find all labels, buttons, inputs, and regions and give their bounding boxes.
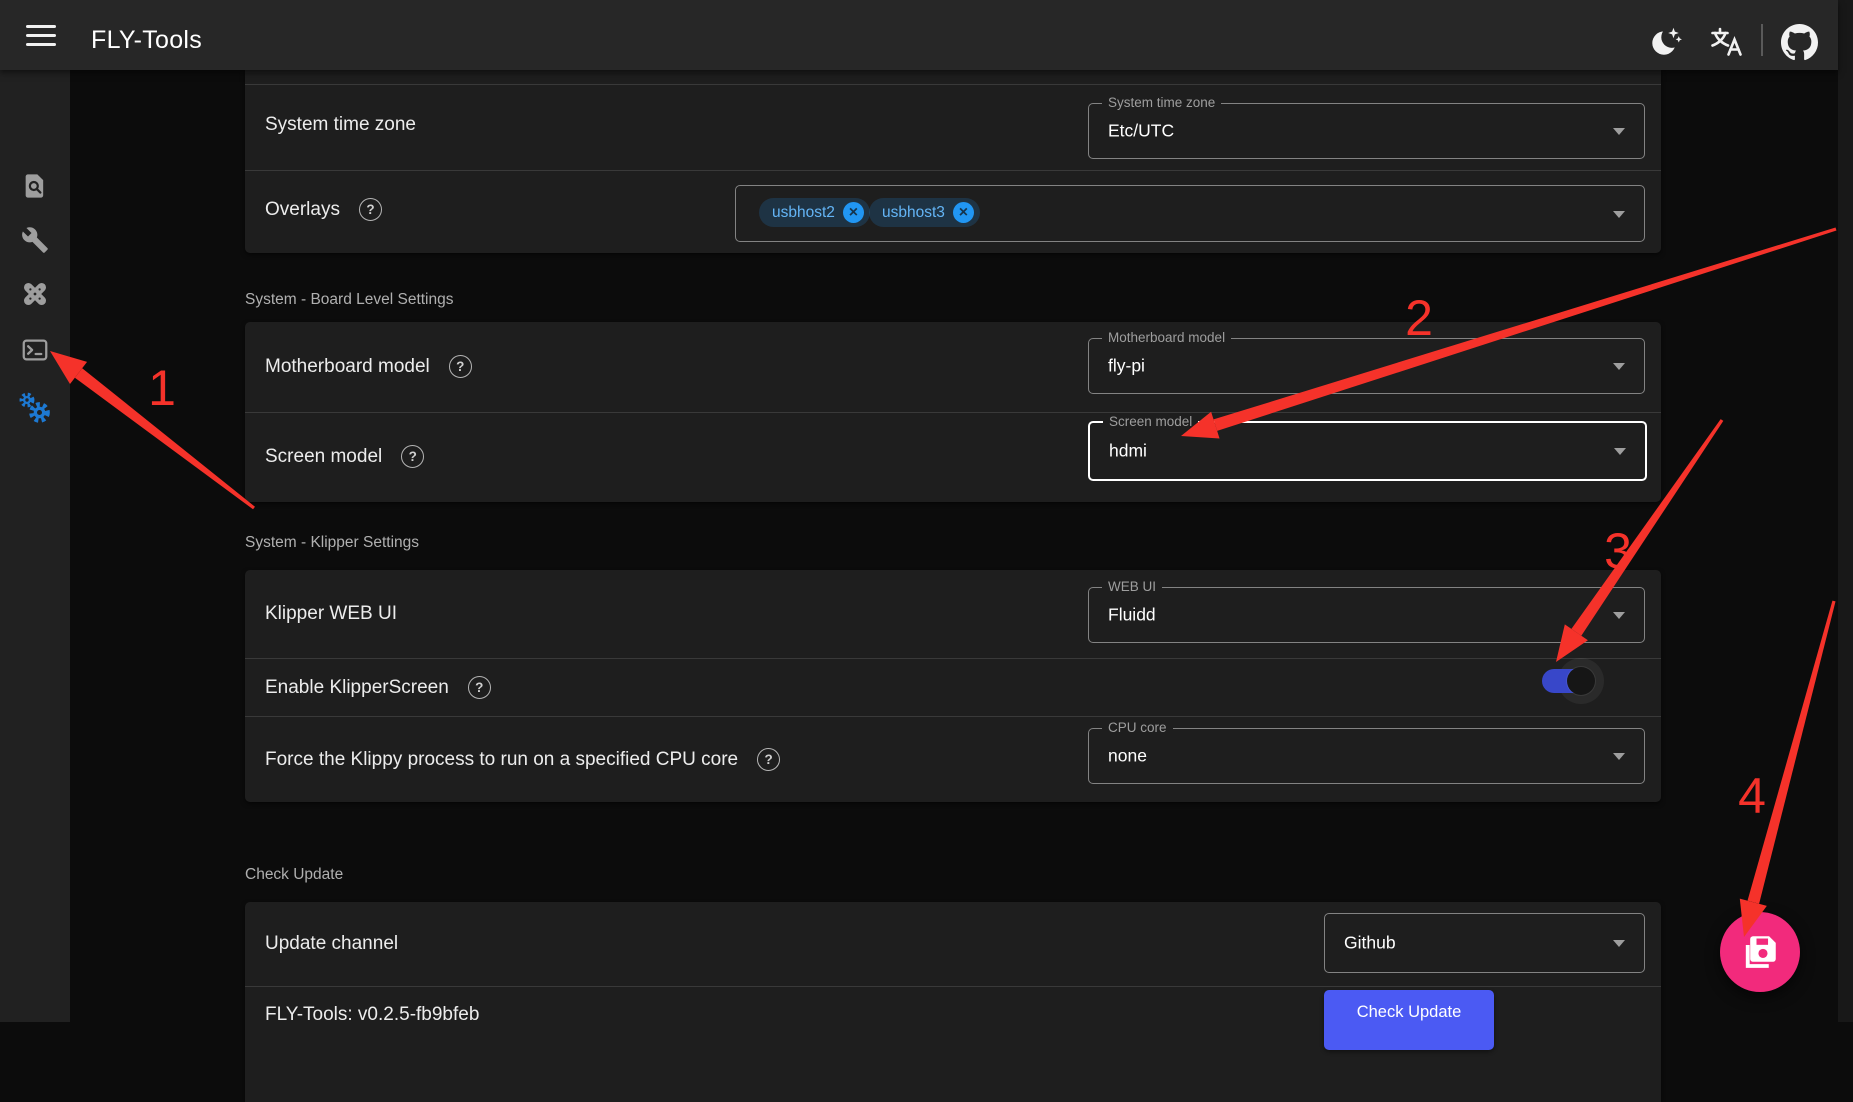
translate-icon	[1708, 25, 1742, 59]
toolbar-divider	[1761, 24, 1763, 56]
section-header-klipper: System - Klipper Settings	[245, 534, 419, 552]
check-update-button[interactable]: Check Update	[1324, 990, 1494, 1050]
row-divider	[245, 412, 1661, 413]
section-header-update: Check Update	[245, 866, 343, 884]
dropdown-arrow-icon	[1613, 753, 1625, 760]
help-icon[interactable]: ?	[449, 355, 472, 378]
row-label-screen: Screen model ?	[265, 445, 424, 468]
wrench-icon	[21, 226, 49, 254]
app-title: FLY-Tools	[91, 26, 202, 55]
dropdown-arrow-icon	[1613, 363, 1625, 370]
scrollbar[interactable]	[1838, 0, 1853, 1022]
translate-button[interactable]	[1706, 23, 1744, 61]
github-icon	[1781, 24, 1818, 61]
sidebar-item-log-search[interactable]	[0, 162, 70, 210]
chip-usbhost3[interactable]: usbhost3 ×	[869, 198, 980, 227]
motherboard-select[interactable]: Motherboard model fly-pi	[1088, 338, 1645, 394]
save-all-icon	[1739, 931, 1781, 973]
dropdown-arrow-icon	[1613, 940, 1625, 947]
annotation-arrow-4	[1748, 601, 1836, 904]
timezone-select-value: Etc/UTC	[1108, 121, 1174, 142]
cpucore-select-value: none	[1108, 746, 1147, 767]
webui-select-label: WEB UI	[1102, 579, 1162, 594]
annotation-step-4: 4	[1738, 767, 1766, 825]
cpucore-select-label: CPU core	[1102, 720, 1173, 735]
dropdown-arrow-icon	[1613, 128, 1625, 135]
settings-card-klipper: Klipper WEB UI WEB UI Fluidd Enable Klip…	[245, 570, 1661, 802]
timezone-select-label: System time zone	[1102, 95, 1221, 110]
motherboard-select-value: fly-pi	[1108, 356, 1145, 377]
row-divider	[245, 658, 1661, 659]
terminal-icon	[20, 335, 50, 365]
channel-select[interactable]: Github	[1324, 913, 1645, 973]
app-bar: FLY-Tools	[0, 0, 1838, 70]
row-divider	[245, 84, 1661, 85]
help-icon[interactable]: ?	[468, 676, 491, 699]
dropdown-arrow-icon	[1613, 612, 1625, 619]
webui-select[interactable]: WEB UI Fluidd	[1088, 587, 1645, 643]
klipperscreen-switch-thumb[interactable]	[1567, 667, 1595, 695]
menu-button[interactable]	[26, 25, 56, 47]
row-divider	[245, 170, 1661, 171]
help-icon[interactable]: ?	[757, 748, 780, 771]
file-search-icon	[21, 172, 49, 200]
chip-close-icon[interactable]: ×	[843, 202, 864, 223]
dropdown-arrow-icon	[1614, 448, 1626, 455]
sidebar-item-patches[interactable]	[0, 270, 70, 318]
help-icon[interactable]: ?	[401, 445, 424, 468]
sidebar-item-terminal[interactable]	[0, 326, 70, 374]
dropdown-arrow-icon	[1613, 211, 1625, 218]
menu-icon	[26, 25, 56, 28]
row-divider	[245, 716, 1661, 717]
help-icon[interactable]: ?	[359, 198, 382, 221]
annotation-step-1: 1	[148, 359, 176, 417]
overlays-select[interactable]: usbhost2 × usbhost3 ×	[735, 185, 1645, 242]
sidebar-item-tools[interactable]	[0, 216, 70, 264]
moon-icon	[1647, 24, 1683, 60]
timezone-select[interactable]: System time zone Etc/UTC	[1088, 103, 1645, 159]
row-divider	[245, 986, 1661, 987]
screen-select-value: hdmi	[1109, 441, 1147, 462]
cpucore-select[interactable]: CPU core none	[1088, 728, 1645, 784]
settings-card-update: Update channel Github FLY-Tools: v0.2.5-…	[245, 902, 1661, 1102]
row-label-webui: Klipper WEB UI	[265, 603, 397, 625]
github-button[interactable]	[1780, 23, 1818, 61]
dark-mode-button[interactable]	[1646, 23, 1684, 61]
gears-icon	[17, 390, 53, 426]
row-label-klipperscreen: Enable KlipperScreen ?	[265, 676, 491, 699]
patch-icon	[20, 279, 50, 309]
version-text: FLY-Tools: v0.2.5-fb9bfeb	[265, 1004, 479, 1026]
row-label-timezone: System time zone	[265, 114, 416, 136]
sidebar-item-settings[interactable]	[0, 384, 70, 432]
row-label-channel: Update channel	[265, 933, 398, 955]
row-label-cpucore: Force the Klippy process to run on a spe…	[265, 748, 780, 771]
settings-card-system: System time zone System time zone Etc/UT…	[245, 70, 1661, 253]
row-label-overlays: Overlays ?	[265, 198, 382, 221]
webui-select-value: Fluidd	[1108, 605, 1156, 626]
chip-close-icon[interactable]: ×	[953, 202, 974, 223]
row-label-motherboard: Motherboard model ?	[265, 355, 472, 378]
screen-select-label: Screen model	[1103, 414, 1198, 429]
motherboard-select-label: Motherboard model	[1102, 330, 1231, 345]
sidebar	[0, 70, 70, 1022]
settings-card-board: Motherboard model ? Motherboard model fl…	[245, 322, 1661, 502]
screen-select[interactable]: Screen model hdmi	[1088, 421, 1647, 481]
section-header-board: System - Board Level Settings	[245, 291, 454, 309]
save-fab[interactable]	[1720, 912, 1800, 992]
annotation-arrow-1	[75, 368, 255, 509]
channel-select-value: Github	[1344, 933, 1396, 954]
chip-usbhost2[interactable]: usbhost2 ×	[759, 198, 870, 227]
